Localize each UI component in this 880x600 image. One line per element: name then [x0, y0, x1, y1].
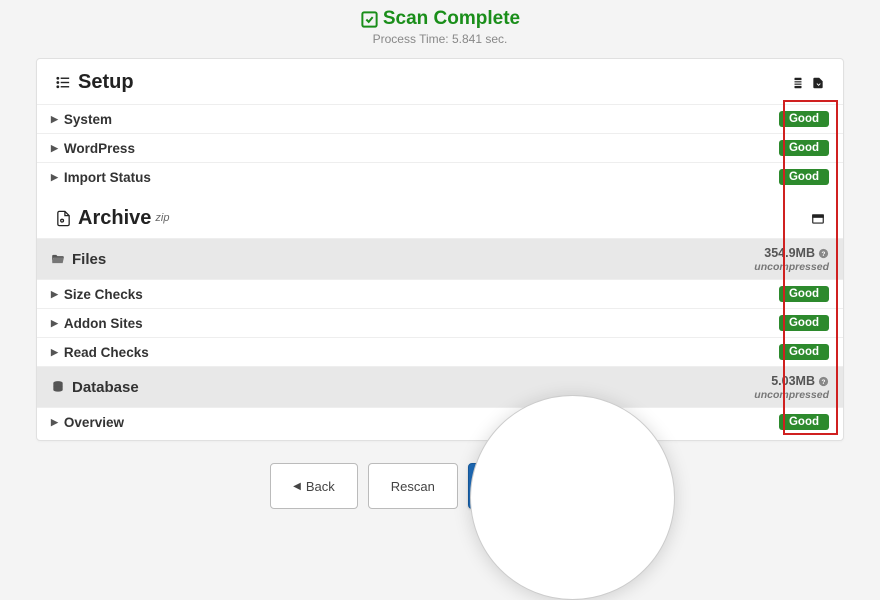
window-icon[interactable] — [811, 212, 825, 226]
help-icon[interactable]: ? — [818, 376, 829, 387]
archive-format: zip — [155, 212, 169, 224]
export-icon[interactable] — [811, 76, 825, 90]
file-archive-icon — [55, 210, 72, 227]
scan-complete-header: Scan Complete — [0, 8, 880, 30]
row-import-status[interactable]: ▶Import Status Good — [37, 162, 843, 191]
status-badge: Good — [779, 286, 829, 302]
row-wordpress[interactable]: ▶WordPress Good — [37, 133, 843, 162]
row-addon-sites[interactable]: ▶Addon Sites Good — [37, 308, 843, 337]
status-badge: Good — [779, 315, 829, 331]
caret-right-icon: ▶ — [51, 417, 58, 428]
caret-right-icon: ▶ — [51, 114, 58, 125]
row-system[interactable]: ▶System Good — [37, 104, 843, 133]
status-badge: Good — [779, 344, 829, 360]
database-icon — [51, 380, 65, 394]
status-badge: Good — [779, 169, 829, 185]
back-button[interactable]: ◀ Back — [270, 463, 358, 509]
check-square-icon — [360, 10, 379, 29]
rescan-button[interactable]: Rescan — [368, 463, 458, 509]
caret-right-icon: ▶ — [51, 347, 58, 358]
row-read-checks[interactable]: ▶Read Checks Good — [37, 337, 843, 366]
status-badge: Good — [779, 140, 829, 156]
help-icon[interactable]: ? — [818, 248, 829, 259]
button-row: ◀ Back Rescan Build ▶ — [0, 463, 880, 509]
caret-right-icon: ▶ — [51, 143, 58, 154]
caret-left-icon: ◀ — [293, 481, 301, 492]
process-time: Process Time: 5.841 sec. — [0, 32, 880, 46]
folder-open-icon — [51, 252, 65, 266]
report-icon[interactable] — [791, 76, 805, 90]
play-icon: ▶ — [556, 479, 565, 493]
row-overview[interactable]: ▶Overview Good — [37, 407, 843, 436]
row-size-checks[interactable]: ▶Size Checks Good — [37, 279, 843, 308]
scan-complete-title: Scan Complete — [383, 8, 520, 30]
files-subhead[interactable]: Files 354.9MB? uncompressed — [37, 238, 843, 279]
svg-text:?: ? — [822, 379, 826, 386]
caret-right-icon: ▶ — [51, 172, 58, 183]
db-subhead[interactable]: Database 5.03MB? uncompressed — [37, 366, 843, 407]
setup-header: Setup — [37, 59, 843, 104]
archive-title: Archive — [78, 207, 151, 230]
status-badge: Good — [779, 111, 829, 127]
status-badge: Good — [779, 414, 829, 430]
caret-right-icon: ▶ — [51, 318, 58, 329]
archive-header: Archive zip — [37, 191, 843, 238]
build-button[interactable]: Build ▶ — [468, 463, 610, 509]
main-panel: Setup ▶System Good ▶WordPress Good ▶Impo… — [36, 58, 844, 441]
svg-text:?: ? — [822, 251, 826, 258]
list-icon — [55, 74, 72, 91]
caret-right-icon: ▶ — [51, 289, 58, 300]
setup-title: Setup — [78, 71, 134, 94]
